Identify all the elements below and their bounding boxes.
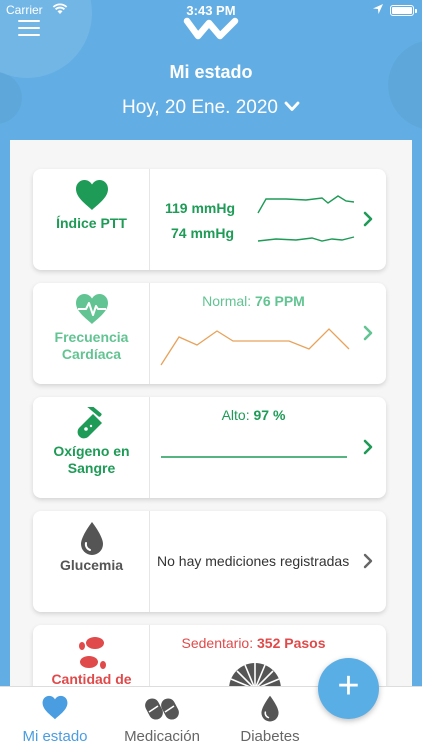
chevron-down-icon xyxy=(284,101,300,111)
chevron-right-icon xyxy=(363,325,373,341)
card-ptt-title: Índice PTT xyxy=(33,169,150,270)
location-icon xyxy=(373,4,383,14)
app-logo-icon xyxy=(183,17,239,40)
header: Carrier 3:43 PM Mi estado Hoy, 20 Ene. 2… xyxy=(0,0,422,140)
card-steps-label: Cantidad de xyxy=(51,671,132,686)
tab-diabetes[interactable]: Diabetes xyxy=(216,687,324,750)
drop-icon xyxy=(80,522,103,555)
date-selector[interactable]: Hoy, 20 Ene. 2020 xyxy=(0,97,422,119)
heart-rate-reading: Normal: 76 PPM xyxy=(202,293,305,309)
chevron-right-icon xyxy=(363,553,373,569)
diastolic-trend-line xyxy=(257,236,355,242)
date-label: Hoy, 20 Ene. 2020 xyxy=(122,97,278,118)
heart-icon xyxy=(75,180,108,210)
card-ptt-label: Índice PTT xyxy=(56,215,127,231)
oxygen-reading: Alto: 97 % xyxy=(221,407,286,423)
systolic-value: 119 mmHg xyxy=(165,200,236,216)
menu-button[interactable] xyxy=(18,20,40,38)
oxygen-trend-chart xyxy=(161,456,347,458)
heart-rate-trend-chart xyxy=(160,328,350,366)
card-heart-rate-title: Frecuencia Cardíaca xyxy=(33,283,150,384)
heart-pulse-icon xyxy=(75,294,108,324)
tab-label: Diabetes xyxy=(240,728,300,745)
test-tube-icon xyxy=(77,407,102,439)
heart-rate-trend-line xyxy=(160,328,350,366)
tab-label: Medicación xyxy=(124,728,200,745)
tab-label: Mi estado xyxy=(22,728,88,745)
ptt-trend-chart xyxy=(257,195,355,242)
steps-gauge-chart xyxy=(229,663,281,686)
systolic-trend-line xyxy=(257,195,355,214)
chevron-right-icon xyxy=(363,439,373,455)
card-heart-rate[interactable]: Frecuencia Cardíaca Normal: 76 PPM xyxy=(33,283,386,384)
card-oxygen-title: Oxígeno en Sangre xyxy=(33,397,150,498)
drop-icon xyxy=(261,695,279,722)
card-glucose[interactable]: Glucemia No hay mediciones registradas xyxy=(33,511,386,612)
heart-icon xyxy=(42,695,68,720)
card-glucose-label: Glucemia xyxy=(59,557,124,573)
card-oxygen-label: Oxígeno en Sangre xyxy=(53,443,130,476)
tab-medicacion[interactable]: Medicación xyxy=(108,687,216,750)
footprints-icon xyxy=(78,637,106,669)
card-ptt[interactable]: Índice PTT 119 mmHg 74 mmHg xyxy=(33,169,386,270)
battery-icon xyxy=(390,5,417,16)
add-measurement-button[interactable]: + xyxy=(318,658,379,719)
card-heart-rate-label: Frecuencia Cardíaca xyxy=(54,329,129,362)
diastolic-value: 74 mmHg xyxy=(171,225,235,241)
glucose-empty-message: No hay mediciones registradas xyxy=(157,553,350,569)
card-glucose-title: Glucemia xyxy=(33,511,150,612)
pills-icon xyxy=(145,698,179,720)
steps-reading: Sedentario: 352 Pasos xyxy=(181,635,326,651)
chevron-right-icon xyxy=(363,211,373,227)
page-title: Mi estado xyxy=(169,62,253,82)
card-steps-title: Cantidad de xyxy=(33,625,150,686)
metrics-list: Índice PTT 119 mmHg 74 mmHg Frecuencia Ca… xyxy=(10,140,412,686)
tab-mi-estado[interactable]: Mi estado xyxy=(1,687,109,750)
card-oxygen[interactable]: Oxígeno en Sangre Alto: 97 % xyxy=(33,397,386,498)
